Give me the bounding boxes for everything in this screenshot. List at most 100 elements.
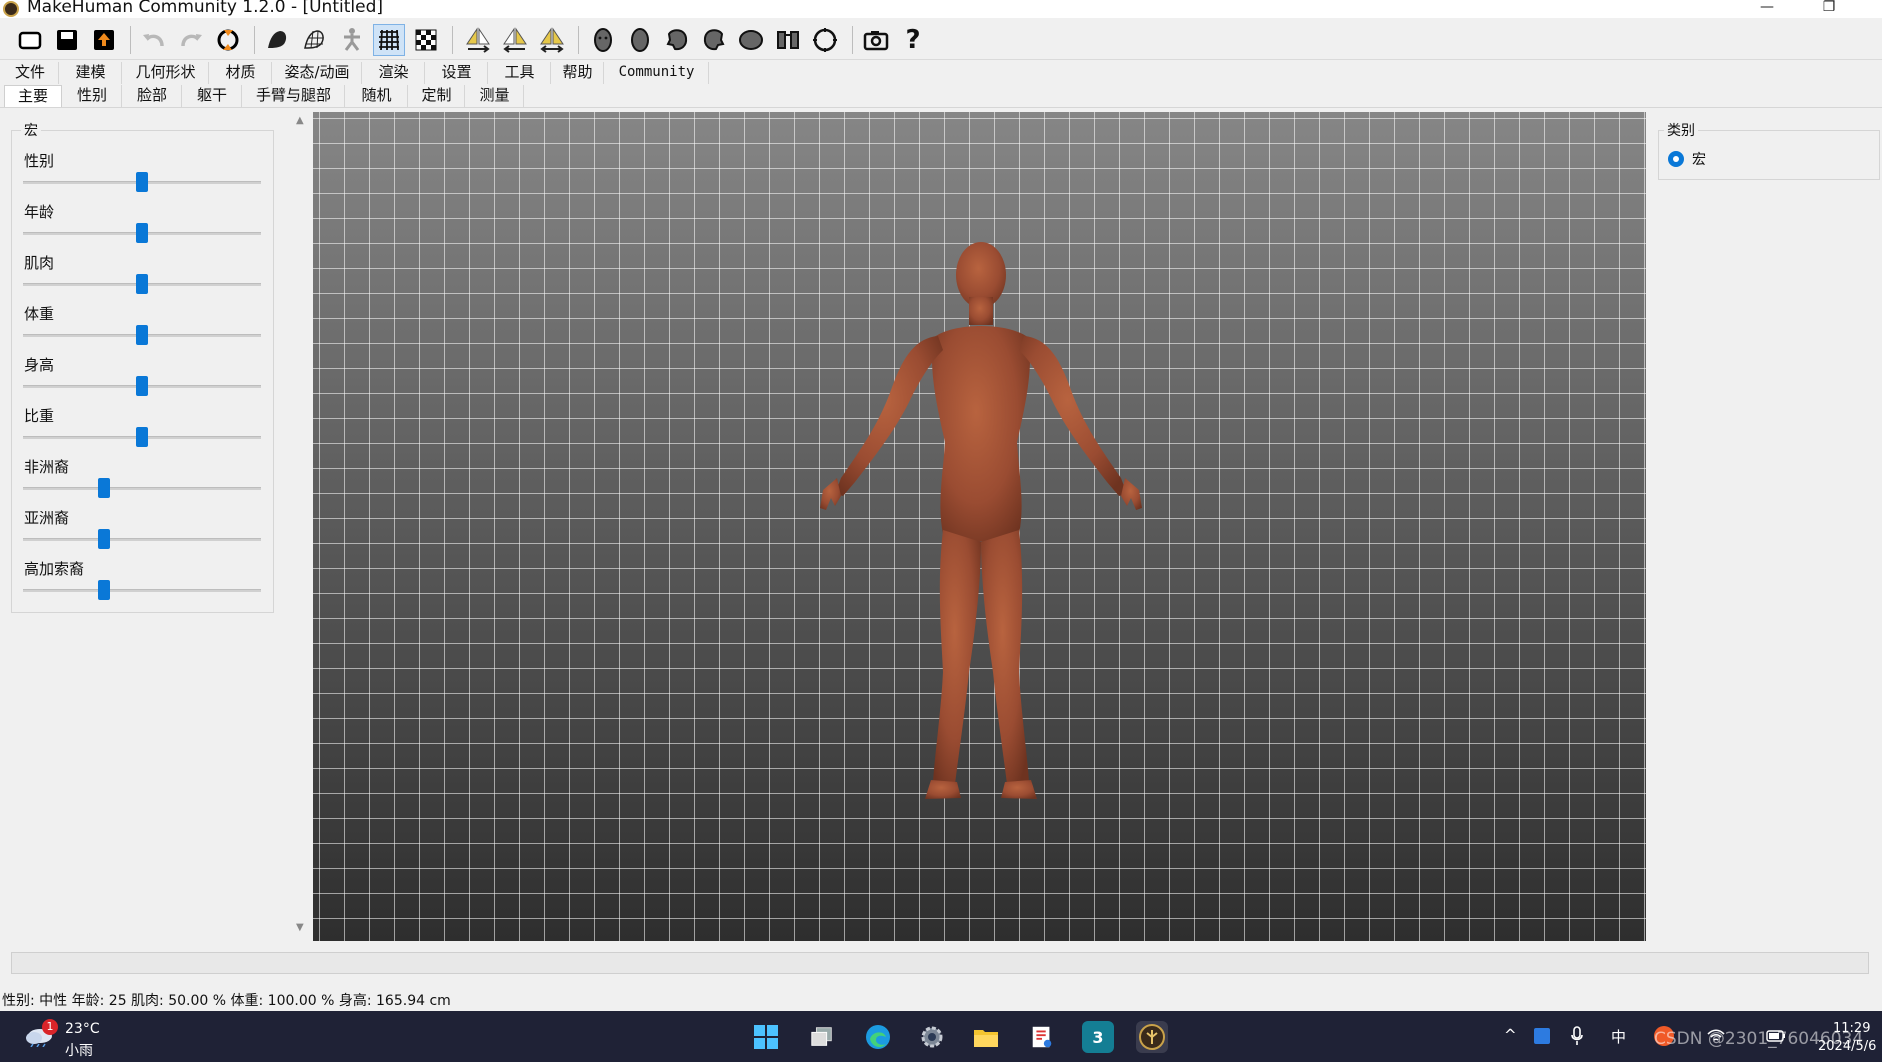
reset-icon[interactable] <box>212 24 244 56</box>
weather-badge: 1 <box>42 1019 58 1035</box>
3dsmax-icon[interactable]: 3 <box>1082 1021 1114 1053</box>
tab-gender[interactable]: 性别 <box>63 85 122 107</box>
windows-taskbar: 1 23°C 小雨 3 ^ 中 CSDN @2301_76046034 11:2… <box>0 1011 1882 1062</box>
menu-modelling[interactable]: 建模 <box>60 62 122 84</box>
category-panel-title: 类别 <box>1664 120 1698 140</box>
makehuman-logo-icon <box>3 1 19 17</box>
slider-label: 亚洲裔 <box>24 509 70 527</box>
settings-gear-icon[interactable] <box>916 1021 948 1053</box>
status-bar: 性别: 中性 年龄: 25 肌肉: 50.00 % 体重: 100.00 % 身… <box>2 993 451 1009</box>
menu-file[interactable]: 文件 <box>2 62 59 84</box>
checker-icon[interactable] <box>410 24 442 56</box>
slider-track[interactable] <box>23 589 261 592</box>
symmetry-icon[interactable] <box>536 24 568 56</box>
menu-utilities[interactable]: 工具 <box>489 62 551 84</box>
slider-handle[interactable] <box>98 529 111 549</box>
minimize-button[interactable]: — <box>1744 0 1790 18</box>
battery-icon[interactable] <box>1766 1028 1786 1044</box>
bottom-view-icon[interactable] <box>772 24 804 56</box>
slider-label: 年龄 <box>24 203 55 221</box>
menu-rendering[interactable]: 渲染 <box>363 62 425 84</box>
toolbar-separator <box>452 26 453 54</box>
menu-materials[interactable]: 材质 <box>210 62 272 84</box>
weather-description[interactable]: 小雨 <box>65 1040 93 1060</box>
menu-settings[interactable]: 设置 <box>426 62 488 84</box>
3d-viewport[interactable] <box>313 112 1646 941</box>
menu-help[interactable]: 帮助 <box>552 62 604 84</box>
tab-face[interactable]: 脸部 <box>123 85 182 107</box>
progress-bar <box>11 952 1869 974</box>
slider-handle[interactable] <box>136 427 148 447</box>
save-icon[interactable] <box>51 24 83 56</box>
export-icon[interactable] <box>88 24 120 56</box>
scroll-down-icon[interactable]: ▼ <box>296 922 304 933</box>
task-view-icon[interactable] <box>806 1021 838 1053</box>
weather-temperature[interactable]: 23°C <box>65 1021 100 1037</box>
tab-arms-legs[interactable]: 手臂与腿部 <box>243 85 345 107</box>
slider-handle[interactable] <box>136 325 148 345</box>
scroll-up-icon[interactable]: ▲ <box>296 115 304 126</box>
restore-button[interactable]: ❐ <box>1806 0 1852 18</box>
category-macro-radio[interactable] <box>1668 151 1684 167</box>
clock-time[interactable]: 11:29 <box>1833 1021 1870 1036</box>
left-view-icon[interactable] <box>661 24 693 56</box>
slider-label: 体重 <box>24 305 55 323</box>
smooth-icon[interactable] <box>262 24 294 56</box>
file-explorer-icon[interactable] <box>970 1021 1002 1053</box>
back-view-icon[interactable] <box>624 24 656 56</box>
edge-browser-icon[interactable] <box>862 1021 894 1053</box>
wifi-icon[interactable] <box>1706 1028 1726 1044</box>
slider-handle[interactable] <box>136 223 148 243</box>
slider-handle[interactable] <box>136 172 148 192</box>
screenshot-icon[interactable] <box>860 24 892 56</box>
menu-pose-animate[interactable]: 姿态/动画 <box>273 62 362 84</box>
help-icon[interactable]: ? <box>897 24 929 56</box>
tray-app-icon[interactable] <box>1534 1028 1550 1044</box>
slider-label: 性别 <box>24 152 55 170</box>
microphone-icon[interactable] <box>1570 1026 1584 1046</box>
undo-icon[interactable] <box>138 24 170 56</box>
pose-icon[interactable] <box>336 24 368 56</box>
snipping-tool-icon[interactable] <box>1026 1021 1058 1053</box>
slider-track[interactable] <box>23 538 261 541</box>
symmetry-left-icon[interactable] <box>499 24 531 56</box>
slider-label: 身高 <box>24 356 55 374</box>
menu-community[interactable]: Community <box>605 62 709 84</box>
slider-track[interactable] <box>23 487 261 490</box>
title-bar: MakeHuman Community 1.2.0 - [Untitled] —… <box>0 0 1882 18</box>
slider-label: 非洲裔 <box>24 458 70 476</box>
tab-torso[interactable]: 躯干 <box>183 85 242 107</box>
reset-camera-icon[interactable] <box>809 24 841 56</box>
slider-handle[interactable] <box>98 580 111 600</box>
menu-bar: 文件 建模 几何形状 材质 姿态/动画 渲染 设置 工具 帮助 Communit… <box>0 60 1882 84</box>
slider-handle[interactable] <box>98 478 111 498</box>
tab-measure[interactable]: 测量 <box>466 85 524 107</box>
slider-label: 比重 <box>24 407 55 425</box>
windows-start-icon[interactable] <box>750 1021 782 1053</box>
right-view-icon[interactable] <box>698 24 730 56</box>
category-macro-label: 宏 <box>1692 152 1706 168</box>
window-title: MakeHuman Community 1.2.0 - [Untitled] <box>27 0 383 17</box>
tab-custom[interactable]: 定制 <box>409 85 465 107</box>
slider-handle[interactable] <box>136 376 148 396</box>
toolbar-separator <box>852 26 853 54</box>
symmetry-right-icon[interactable] <box>462 24 494 56</box>
redo-icon[interactable] <box>175 24 207 56</box>
clock-date[interactable]: 2024/5/6 <box>1818 1039 1876 1054</box>
grid-icon[interactable] <box>373 24 405 56</box>
menu-geometries[interactable]: 几何形状 <box>123 62 209 84</box>
top-view-icon[interactable] <box>735 24 767 56</box>
slider-handle[interactable] <box>136 274 148 294</box>
human-model[interactable] <box>793 242 1173 842</box>
slider-label: 肌肉 <box>24 254 55 272</box>
tab-main[interactable]: 主要 <box>4 85 62 107</box>
tab-random[interactable]: 随机 <box>346 85 408 107</box>
makehuman-icon[interactable] <box>1136 1021 1168 1053</box>
front-view-icon[interactable] <box>587 24 619 56</box>
tray-overflow-chevron[interactable]: ^ <box>1504 1026 1517 1044</box>
sub-tab-bar: 主要 性别 脸部 躯干 手臂与腿部 随机 定制 测量 <box>0 84 1882 108</box>
ime-indicator[interactable]: 中 <box>1611 1026 1626 1047</box>
toolbar: ? <box>0 18 1882 60</box>
new-file-icon[interactable] <box>14 24 46 56</box>
wireframe-icon[interactable] <box>299 24 331 56</box>
